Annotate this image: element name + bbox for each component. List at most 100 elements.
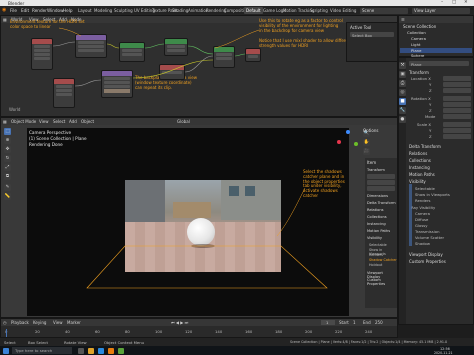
tool-tab-icon[interactable]: ⚒ — [399, 62, 406, 69]
outliner-scene-collection[interactable]: Scene Collection — [403, 24, 436, 29]
npanel-location-field[interactable] — [367, 174, 395, 179]
rotation-y-field[interactable] — [443, 102, 471, 107]
close-button[interactable]: ✕ — [464, 0, 468, 5]
rotate-tool-icon[interactable]: ↻ — [4, 155, 11, 162]
playhead[interactable] — [6, 329, 7, 337]
outliner-item-camera[interactable]: Camera — [411, 36, 426, 41]
task-view-icon[interactable] — [78, 347, 84, 354]
move-tool-icon[interactable]: ✥ — [4, 146, 11, 153]
tab-default[interactable]: Default — [244, 7, 263, 14]
scene-selector[interactable]: Scene — [360, 7, 408, 14]
transform-tool-icon[interactable]: ⧉ — [4, 173, 11, 180]
tab-scripting[interactable]: Scripting — [308, 7, 330, 14]
npanel-section-collections[interactable]: Collections — [367, 215, 387, 219]
scale-x-field[interactable] — [443, 122, 471, 127]
section-collections[interactable]: Collections — [409, 158, 431, 163]
timeline[interactable]: ◷ Playback Keying View Marker ⏮ ◀ ▶ ⏭ 1 … — [0, 318, 398, 338]
3d-viewport[interactable]: ▦ Object Mode View Select Add Object Glo… — [0, 117, 398, 318]
menu-help[interactable]: Help — [63, 8, 73, 13]
world-tab-icon[interactable]: ◎ — [399, 89, 406, 96]
view-layer-selector[interactable]: View Layer — [412, 7, 470, 14]
select-box-tool-icon[interactable]: ⬚ — [4, 128, 11, 135]
outliner-item-light[interactable]: Light — [411, 42, 420, 47]
cursor-tool-icon[interactable]: ⊕ — [4, 137, 11, 144]
tab-modeling[interactable]: Modeling — [92, 7, 114, 14]
gizmo-z-icon[interactable] — [346, 130, 350, 134]
edge-browser-icon[interactable] — [98, 347, 104, 354]
section-custom-properties[interactable]: Custom Properties — [409, 259, 446, 264]
tab-video-editing[interactable]: Video Editing — [328, 7, 358, 14]
timeline-icon[interactable]: ◷ — [3, 320, 7, 325]
blender-taskbar-icon[interactable] — [108, 347, 114, 354]
viewport-menu-select[interactable]: Select — [53, 119, 65, 124]
viewport-options[interactable]: Options — [363, 128, 378, 133]
outliner[interactable]: ☰ Scene Collection Collection Camera Lig… — [398, 15, 474, 58]
shadow-catcher-checkbox[interactable]: Shadow Catcher — [369, 258, 397, 262]
viewport-editor-icon[interactable]: ▦ — [3, 119, 7, 124]
menu-window[interactable]: Window — [47, 8, 64, 13]
material-tab-icon[interactable]: ● — [399, 116, 406, 123]
viewport-menu-add[interactable]: Add — [69, 119, 77, 124]
menu-edit[interactable]: Edit — [21, 8, 29, 13]
sidebar-tab-active-tool[interactable]: Active Tool — [350, 25, 371, 30]
gizmo-x-icon[interactable] — [337, 140, 341, 144]
npanel-tab-item[interactable]: Item — [367, 160, 376, 165]
viewport-menu-object[interactable]: Object — [81, 119, 94, 124]
minimize-button[interactable]: – — [441, 0, 443, 5]
file-explorer-icon[interactable] — [88, 347, 94, 354]
annotate-tool-icon[interactable]: ✎ — [4, 184, 11, 191]
rotation-x-field[interactable] — [443, 96, 471, 101]
npanel-section-dimensions[interactable]: Dimensions — [367, 194, 388, 198]
section-delta-transform[interactable]: Delta Transform — [409, 144, 441, 149]
npanel-scale-field[interactable] — [367, 186, 395, 191]
app-taskbar-icon[interactable] — [118, 347, 124, 354]
pan-icon[interactable]: ✋ — [363, 139, 370, 146]
play-controls-icon[interactable]: ⏮ ◀ ▶ ⏭ — [171, 320, 188, 325]
npanel-rotation-field[interactable] — [367, 180, 395, 185]
tool-select-box[interactable]: Select Box — [350, 32, 394, 38]
location-y-field[interactable] — [443, 82, 471, 87]
timeline-playback[interactable]: Playback — [11, 320, 29, 325]
transform-orientation-select[interactable]: Global — [177, 119, 190, 124]
maximize-button[interactable]: □ — [452, 0, 456, 5]
npanel-section-delta[interactable]: Delta Transform — [367, 201, 396, 205]
menu-file[interactable]: File — [10, 8, 17, 13]
section-motion-paths[interactable]: Motion Paths — [409, 172, 435, 177]
camera-view-icon[interactable]: 🎥 — [363, 148, 370, 155]
viewport-mode-select[interactable]: Object Mode — [11, 119, 36, 124]
blender-logo-icon[interactable]: ◉ — [2, 7, 6, 13]
location-x-field[interactable] — [443, 76, 471, 81]
measure-tool-icon[interactable]: 📏 — [4, 193, 11, 200]
npanel-section-transform[interactable]: Transform — [367, 168, 385, 172]
section-instancing[interactable]: Instancing — [409, 165, 430, 170]
section-transform[interactable]: Transform — [409, 70, 429, 75]
start-menu-icon[interactable] — [3, 347, 9, 354]
modifier-tab-icon[interactable]: 🔧 — [399, 107, 406, 114]
rotation-z-field[interactable] — [443, 108, 471, 113]
scale-y-field[interactable] — [443, 128, 471, 133]
npanel-section-motion-paths[interactable]: Motion Paths — [367, 229, 390, 233]
viewport-menu-view[interactable]: View — [39, 119, 49, 124]
location-z-field[interactable] — [443, 88, 471, 93]
output-tab-icon[interactable]: ⎙ — [399, 80, 406, 87]
npanel-section-relations[interactable]: Relations — [367, 208, 384, 212]
visibility-checkbox-column[interactable] — [409, 184, 412, 246]
taskbar-search[interactable]: Type here to search — [12, 347, 72, 354]
rotation-mode-select[interactable] — [443, 114, 471, 119]
scale-z-field[interactable] — [443, 134, 471, 139]
properties-editor[interactable]: ⚒ ▣ ⎙ ◎ ■ 🔧 ● Plane Transform Location X… — [398, 57, 474, 325]
scale-tool-icon[interactable]: ⤢ — [4, 164, 11, 171]
node-editor[interactable]: ▦ World View Select Add Node Environment… — [0, 15, 398, 117]
outliner-item-collection[interactable]: Collection — [407, 30, 426, 35]
tab-layout[interactable]: Layout — [76, 7, 94, 14]
object-tab-icon[interactable]: ■ — [399, 98, 406, 105]
menu-render[interactable]: Render — [32, 8, 47, 13]
start-field[interactable]: 1 — [353, 320, 356, 325]
timeline-marker[interactable]: Marker — [67, 320, 81, 325]
current-frame-field[interactable]: 1 — [321, 319, 335, 325]
npanel-section-visibility[interactable]: Visibility — [367, 236, 382, 240]
object-name-field[interactable]: Plane — [409, 61, 469, 67]
end-field[interactable]: 250 — [375, 320, 383, 325]
gizmo-y-icon[interactable] — [354, 142, 358, 146]
npanel-section-instancing[interactable]: Instancing — [367, 222, 386, 226]
